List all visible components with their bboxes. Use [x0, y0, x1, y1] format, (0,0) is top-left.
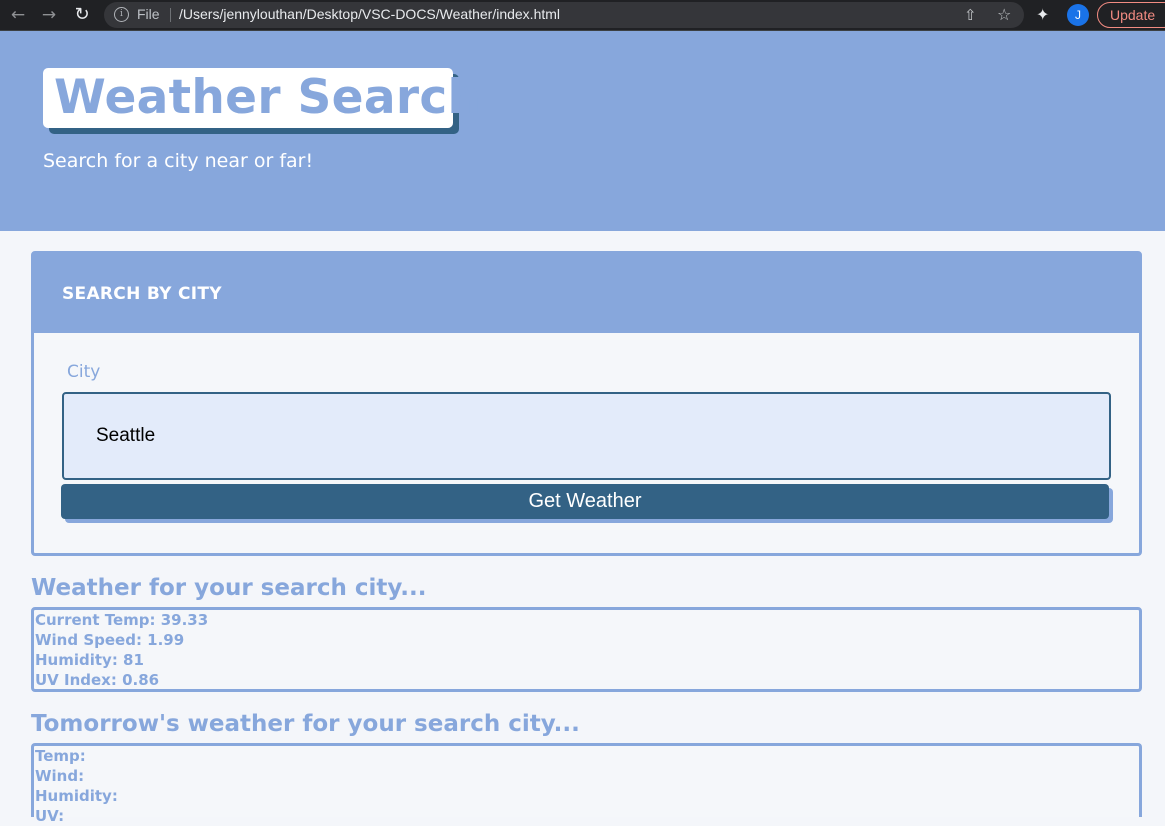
browser-toolbar: ← → ↻ i File /Users/jennylouthan/Desktop…	[0, 0, 1165, 31]
page-subtitle: Search for a city near or far!	[43, 150, 314, 172]
page-header: Weather Search Search for a city near or…	[0, 31, 1165, 231]
city-input[interactable]	[62, 392, 1111, 480]
back-arrow-icon[interactable]: ←	[7, 4, 29, 26]
tomorrow-weather-heading: Tomorrow's weather for your search city.…	[31, 711, 580, 737]
current-weather-box: Current Temp: 39.33 Wind Speed: 1.99 Hum…	[31, 607, 1142, 692]
address-bar[interactable]: i File /Users/jennylouthan/Desktop/VSC-D…	[104, 2, 1024, 28]
url-text[interactable]: /Users/jennylouthan/Desktop/VSC-DOCS/Wea…	[179, 6, 560, 22]
url-scheme-label: File	[137, 6, 160, 22]
tomorrow-wind: Wind:	[35, 767, 85, 785]
share-icon[interactable]: ⇧	[964, 5, 977, 25]
current-weather-heading: Weather for your search city...	[31, 575, 427, 601]
search-card-header: SEARCH BY CITY	[34, 254, 1139, 333]
search-card-title: SEARCH BY CITY	[62, 284, 222, 304]
info-icon[interactable]: i	[114, 7, 129, 22]
update-button[interactable]: Update	[1097, 2, 1165, 28]
tomorrow-humidity: Humidity:	[35, 787, 118, 805]
tomorrow-weather-box: Temp: Wind: Humidity: UV:	[31, 743, 1142, 825]
extensions-puzzle-icon[interactable]: ✦	[1036, 5, 1049, 25]
bookmark-star-icon[interactable]: ☆	[997, 5, 1011, 25]
url-separator	[170, 8, 171, 22]
current-humidity: Humidity: 81	[35, 651, 144, 669]
profile-avatar[interactable]: J	[1067, 4, 1089, 26]
get-weather-button[interactable]: Get Weather	[61, 484, 1109, 519]
page-title: Weather Search	[54, 70, 482, 125]
city-label: City	[67, 362, 101, 382]
current-temp: Current Temp: 39.33	[35, 611, 209, 629]
current-wind-speed: Wind Speed: 1.99	[35, 631, 185, 649]
reload-icon[interactable]: ↻	[71, 4, 93, 26]
forward-arrow-icon[interactable]: →	[38, 4, 60, 26]
current-uv-index: UV Index: 0.86	[35, 671, 160, 689]
tomorrow-temp: Temp:	[35, 747, 86, 765]
tomorrow-uv: UV:	[35, 807, 65, 825]
